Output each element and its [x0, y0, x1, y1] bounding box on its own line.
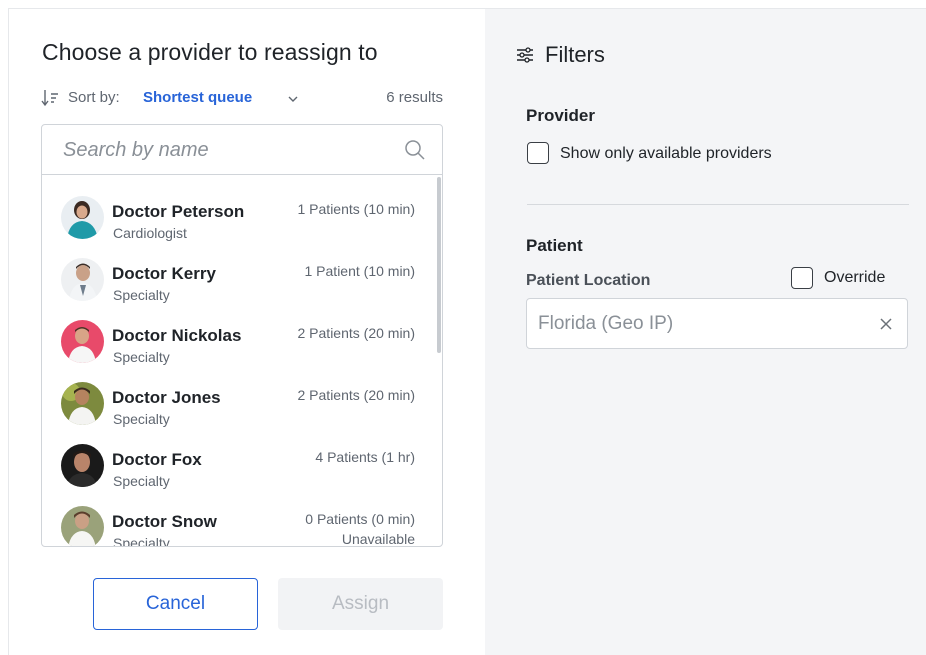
- close-icon[interactable]: [879, 317, 893, 331]
- provider-name: Doctor Nickolas: [112, 326, 242, 345]
- provider-name: Doctor Snow: [112, 512, 217, 531]
- filters-title: Filters: [545, 42, 605, 67]
- patient-location-label: Patient Location: [526, 272, 651, 289]
- patient-location-field[interactable]: Florida (Geo IP): [526, 298, 908, 349]
- patient-section-heading: Patient: [526, 236, 583, 255]
- provider-list: Doctor Peterson Cardiologist 1 Patients …: [42, 176, 442, 547]
- sort-bar: Sort by: Shortest queue 6 results: [41, 88, 443, 110]
- provider-queue: 0 Patients (0 min): [305, 511, 415, 527]
- provider-row[interactable]: Doctor Fox Specialty 4 Patients (1 hr): [42, 434, 436, 496]
- reassign-dialog: Choose a provider to reassign to Sort by…: [8, 8, 926, 655]
- provider-row[interactable]: Doctor Kerry Specialty 1 Patient (10 min…: [42, 248, 436, 310]
- patient-location-value: Florida (Geo IP): [538, 313, 674, 334]
- provider-section-heading: Provider: [526, 106, 595, 125]
- search-input[interactable]: [42, 125, 392, 175]
- avatar: [61, 382, 104, 425]
- provider-row[interactable]: Doctor Nickolas Specialty 2 Patients (20…: [42, 310, 436, 372]
- cancel-button[interactable]: Cancel: [93, 578, 258, 630]
- override-label: Override: [824, 269, 886, 286]
- provider-queue: 2 Patients (20 min): [297, 387, 416, 403]
- provider-queue: 1 Patient (10 min): [304, 263, 416, 279]
- available-only-checkbox[interactable]: [527, 142, 549, 164]
- provider-specialty: Specialty: [113, 473, 170, 489]
- provider-row[interactable]: Doctor Jones Specialty 2 Patients (20 mi…: [42, 372, 436, 434]
- assign-button[interactable]: Assign: [278, 578, 443, 630]
- sort-label: Sort by:: [68, 89, 120, 106]
- chevron-down-icon[interactable]: [287, 94, 299, 104]
- avatar: [61, 258, 104, 301]
- provider-name: Doctor Jones: [112, 388, 221, 407]
- available-only-label: Show only available providers: [560, 145, 772, 162]
- provider-queue: 1 Patients (10 min): [297, 201, 416, 217]
- provider-specialty: Specialty: [113, 535, 170, 547]
- provider-name: Doctor Fox: [112, 450, 202, 469]
- filters-panel: Filters Provider Show only available pro…: [485, 9, 926, 655]
- list-scrollbar[interactable]: [437, 177, 441, 353]
- provider-row[interactable]: Doctor Peterson Cardiologist 1 Patients …: [42, 186, 436, 248]
- provider-specialty: Specialty: [113, 287, 170, 303]
- dialog-title: Choose a provider to reassign to: [42, 39, 378, 65]
- avatar: [61, 444, 104, 487]
- provider-row[interactable]: Doctor Snow Specialty 0 Patients (0 min)…: [42, 496, 436, 547]
- avatar: [61, 196, 104, 239]
- override-checkbox[interactable]: [791, 267, 813, 289]
- filters-icon: [517, 47, 533, 63]
- provider-status: Unavailable: [341, 531, 415, 547]
- provider-queue: 2 Patients (20 min): [297, 325, 416, 341]
- search-icon[interactable]: [404, 139, 426, 161]
- section-divider: [527, 204, 909, 205]
- provider-name: Doctor Peterson: [112, 202, 245, 221]
- provider-specialty: Specialty: [113, 411, 170, 427]
- avatar: [61, 320, 104, 363]
- avatar: [61, 506, 104, 546]
- provider-specialty: Specialty: [113, 349, 170, 365]
- provider-queue: 4 Patients (1 hr): [315, 449, 415, 465]
- provider-specialty: Cardiologist: [113, 225, 187, 241]
- provider-name: Doctor Kerry: [112, 264, 216, 283]
- search-bar: [42, 125, 442, 175]
- sort-dropdown[interactable]: Shortest queue: [143, 89, 252, 106]
- results-count: 6 results: [386, 89, 443, 106]
- provider-panel: Choose a provider to reassign to Sort by…: [9, 9, 485, 655]
- sort-icon: [41, 90, 58, 107]
- provider-list-box: Doctor Peterson Cardiologist 1 Patients …: [41, 124, 443, 547]
